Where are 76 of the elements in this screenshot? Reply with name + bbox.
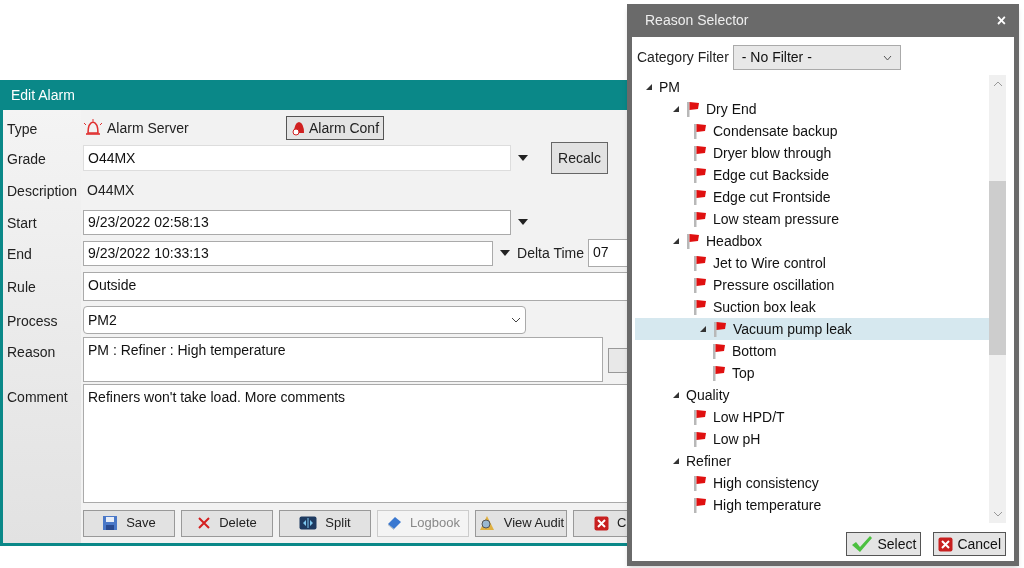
toolbar-button[interactable]: Split (279, 509, 371, 537)
cancel-icon (594, 515, 609, 531)
type-value: Alarm Server (107, 118, 190, 138)
tree-item[interactable]: Vacuum pump leak (635, 318, 989, 340)
tree-item[interactable]: Low steam pressure (635, 208, 989, 230)
category-filter-label: Category Filter (637, 48, 729, 67)
tree-item[interactable]: Headbox (635, 230, 989, 252)
browse-button[interactable] (608, 348, 628, 373)
split-icon (299, 516, 318, 530)
tree-item[interactable]: Pressure oscillation (635, 274, 989, 296)
tree-item[interactable]: High temperature (635, 494, 989, 516)
tree-item[interactable]: Suction box leak (635, 296, 989, 318)
tree-item[interactable]: High consistency (635, 472, 989, 494)
chevron-down-icon (882, 54, 892, 61)
dialog-button[interactable]: Cancel (933, 532, 1006, 556)
toolbar-button[interactable]: C (573, 509, 628, 537)
field-label: Start (7, 213, 37, 233)
close-button[interactable]: × (996, 12, 1006, 29)
field-label: Reason (7, 342, 56, 362)
field-label: Description (7, 181, 78, 201)
expand-icon[interactable] (699, 325, 707, 333)
tree-item[interactable]: Quality (635, 384, 989, 406)
field-label: Rule (7, 277, 36, 297)
grade-field[interactable]: O44MX (83, 145, 511, 171)
close-icon (197, 516, 212, 530)
chevron-down-icon (511, 317, 521, 323)
start-field[interactable]: 9/23/2022 02:58:13 (83, 209, 511, 235)
tree-item[interactable]: Low pH (635, 428, 989, 450)
cancel-icon (938, 536, 954, 552)
toolbar-button[interactable]: Save (83, 509, 175, 537)
field-label: Grade (7, 149, 46, 169)
end-field[interactable]: 9/23/2022 10:33:13 (83, 240, 494, 266)
tree-item[interactable]: Dry End (635, 98, 989, 120)
dropdown-arrow-icon[interactable] (517, 218, 529, 226)
tree-item[interactable]: Top (635, 362, 989, 384)
tree-item[interactable]: Dryer blow through (635, 142, 989, 164)
category-filter-dropdown[interactable]: - No Filter - (732, 45, 901, 70)
tree-item[interactable]: Condensate backup (635, 120, 989, 142)
tree-item[interactable]: Jet to Wire control (635, 252, 989, 274)
toolbar-button[interactable]: View Audit (475, 509, 567, 537)
dialog-title: Reason Selector (645, 11, 749, 30)
tree-item[interactable]: Bottom (635, 340, 989, 362)
expand-icon[interactable] (672, 457, 680, 465)
rule-field[interactable]: Outside (83, 271, 628, 301)
window-title: Edit Alarm (11, 85, 75, 105)
expand-icon[interactable] (645, 83, 653, 91)
recalc-button[interactable]: Recalc (551, 142, 608, 174)
tree-item[interactable]: PM (635, 76, 989, 98)
field-label: Process (7, 311, 58, 331)
delta-time-label: Delta Time (517, 243, 584, 263)
dialog-button[interactable]: Select (846, 532, 922, 556)
expand-icon[interactable] (672, 237, 680, 245)
alarm-conf-button[interactable]: Alarm Conf (286, 116, 385, 140)
check-icon (851, 535, 874, 553)
delta-time-field[interactable]: 07 (588, 239, 628, 267)
alarm-config-icon (291, 120, 307, 136)
reason-field[interactable]: PM : Refiner : High temperature (83, 337, 603, 382)
scrollbar-thumb[interactable] (989, 181, 1006, 355)
floppy-icon (102, 515, 119, 531)
tree-item[interactable]: Edge cut Backside (635, 164, 989, 186)
tree-item[interactable]: Low HPD/T (635, 406, 989, 428)
field-label: Type (7, 119, 38, 139)
description-value: O44MX (87, 180, 135, 200)
expand-icon[interactable] (672, 105, 680, 113)
tree-item[interactable]: Edge cut Frontside (635, 186, 989, 208)
dropdown-arrow-icon[interactable] (517, 154, 529, 162)
tree-item[interactable]: Refiner (635, 450, 989, 472)
toolbar-button[interactable]: Delete (181, 509, 273, 537)
field-label: End (7, 244, 32, 264)
dropdown-arrow-icon[interactable] (499, 249, 512, 257)
comment-field[interactable]: Refiners won't take load. More comments (83, 384, 628, 503)
scrollbar[interactable] (989, 75, 1006, 523)
process-dropdown[interactable]: PM2 (83, 306, 526, 334)
expand-icon[interactable] (672, 391, 680, 399)
field-label: Comment (7, 387, 68, 407)
alarm-bell-icon (83, 119, 103, 137)
